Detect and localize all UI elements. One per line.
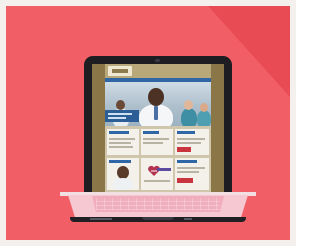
info-panel-bottom-right — [175, 158, 209, 190]
nurse-figure-far-right — [197, 110, 211, 126]
panel-title-bar — [109, 131, 129, 134]
laptop-port — [90, 218, 112, 220]
laptop-opening-notch — [142, 217, 174, 220]
laptop-lid — [84, 56, 232, 194]
site-action-button[interactable] — [177, 147, 191, 152]
text-line — [109, 146, 133, 148]
laptop-port — [184, 218, 192, 220]
hero-image — [105, 82, 211, 126]
site-header — [105, 64, 211, 78]
nurse-figure-right — [181, 108, 197, 126]
hero-caption-box — [105, 110, 139, 122]
panel-title-bar — [177, 131, 195, 134]
text-line — [177, 171, 199, 173]
text-line — [143, 138, 169, 140]
staff-photo-panel — [107, 158, 139, 190]
webcam-icon — [155, 59, 160, 62]
logo-wordmark — [157, 168, 171, 171]
doctor-tie — [154, 106, 158, 120]
illustration-frame — [0, 0, 296, 246]
site-secondary-button[interactable] — [177, 178, 193, 183]
panel-title-bar — [109, 160, 131, 163]
info-panel-left — [107, 129, 139, 155]
text-line — [143, 142, 163, 144]
text-line — [109, 138, 135, 140]
text-line — [144, 180, 170, 182]
info-panel-right — [175, 129, 209, 155]
panel-title-bar — [177, 160, 197, 163]
doctor-head — [148, 88, 164, 106]
nurse-head-left — [116, 100, 125, 110]
info-panel-middle — [141, 129, 173, 155]
partner-logo-panel — [141, 158, 173, 190]
staff-photo-body — [113, 178, 133, 190]
content-panels — [105, 126, 211, 192]
text-line — [177, 138, 205, 140]
text-line — [177, 142, 201, 144]
laptop-screen — [92, 64, 224, 192]
website-preview — [105, 64, 211, 192]
panel-title-bar — [143, 131, 159, 134]
nurse-head-right — [184, 100, 193, 110]
nurse-head-far-right — [200, 103, 208, 112]
keyboard-keys — [96, 198, 220, 210]
text-line — [177, 167, 205, 169]
text-line — [109, 142, 131, 144]
site-logo — [108, 66, 132, 76]
